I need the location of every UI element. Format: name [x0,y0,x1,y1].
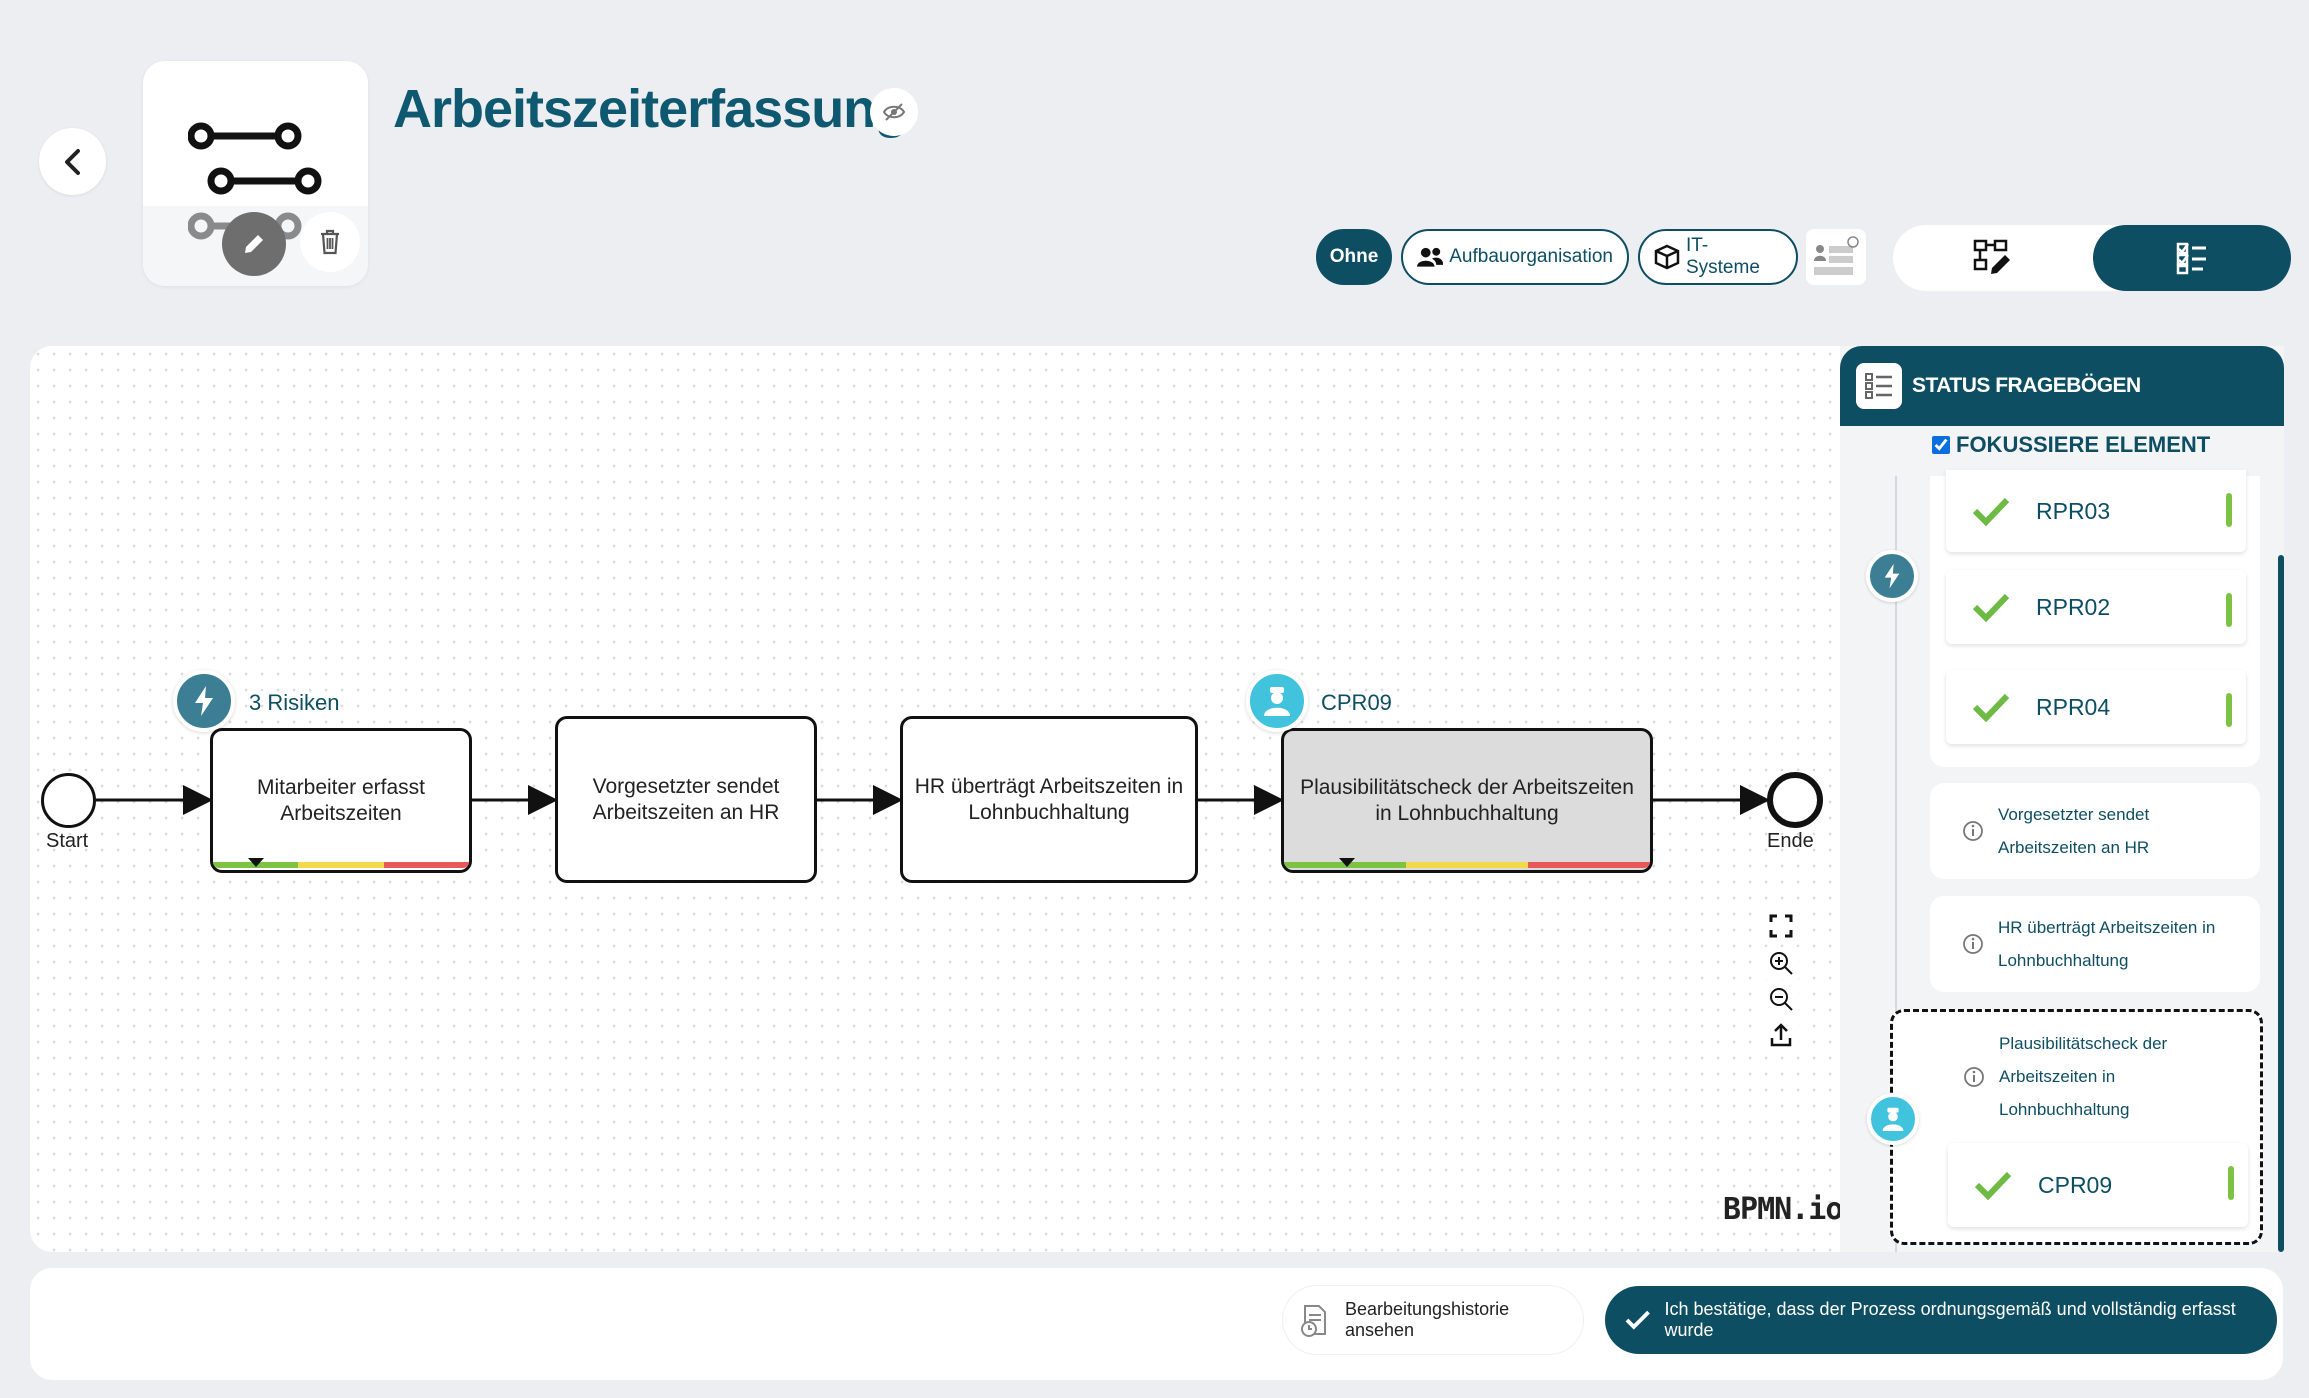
task-label: HR überträgt Arbeitszeiten in Lohnbuchha… [914,774,1184,824]
visibility-toggle-button[interactable] [870,88,918,136]
pencil-icon [245,235,263,253]
status-caret-icon [1339,858,1355,867]
task-mitarbeiter-erfasst[interactable]: Mitarbeiter erfasst Arbeitszeiten [210,728,472,873]
task-hr-uebertraegt[interactable]: HR überträgt Arbeitszeiten in Lohnbuchha… [900,716,1198,883]
back-button[interactable] [39,128,106,195]
document-history-icon [1300,1305,1326,1337]
risk-timeline-badge [1866,550,1918,602]
task-item-hr[interactable]: HR überträgt Arbeitszeiten in Lohnbuchha… [1930,896,2260,992]
panel-scrollbar[interactable] [2278,555,2284,1252]
filter-aufbauorganisation-label: Aufbauorganisation [1449,246,1613,267]
questionnaire-code: CPR09 [2038,1171,2113,1198]
confirm-process-label: Ich bestätige, dass der Prozess ordnungs… [1664,1299,2236,1340]
questionnaire-card[interactable]: RPR03 [1946,470,2246,552]
status-indicator [2226,693,2232,727]
task-plausibilitaetscheck[interactable]: Plausibilitätscheck der Arbeitszeiten in… [1281,728,1653,873]
zoom-in-icon [1770,952,1793,975]
task-item-label: HR überträgt Arbeitszeiten in Lohnbuchha… [1998,918,2216,970]
diagram-edit-icon [1973,239,2010,274]
lightning-icon [195,686,213,716]
end-event[interactable] [1767,772,1823,828]
filter-ohne-button[interactable]: Ohne [1316,229,1392,285]
filter-it-systeme-label: IT-Systeme [1685,235,1760,278]
questionnaire-view-button[interactable] [2093,225,2291,291]
check-icon [1625,1310,1650,1330]
filter-ohne-label: Ohne [1329,246,1379,267]
zoom-out-button[interactable] [1763,983,1799,1015]
focused-task-label: Plausibilitätscheck der Arbeitszeiten in… [1999,1034,2168,1119]
info-icon [1963,821,1983,841]
check-icon [1972,497,2010,526]
status-caret-icon [248,858,264,867]
info-icon [1963,934,1983,954]
filter-it-systeme-button[interactable]: IT-Systeme [1638,229,1798,285]
task-vorgesetzter-sendet[interactable]: Vorgesetzter sendet Arbeitszeiten an HR [555,716,817,883]
edit-logo-button[interactable] [222,212,286,276]
focus-element-toggle[interactable]: FOKUSSIERE ELEMENT [1932,432,2210,458]
end-event-label: Ende [1767,830,1814,852]
zoom-in-button[interactable] [1763,947,1799,979]
fit-viewport-button[interactable] [1763,910,1799,942]
questionnaire-card[interactable]: RPR02 [1946,570,2246,644]
trash-icon [321,229,339,255]
focus-element-checkbox[interactable] [1932,436,1950,454]
task-label: Vorgesetzter sendet Arbeitszeiten an HR [592,774,780,824]
list-icon [1856,363,1902,409]
check-icon [1974,1171,2012,1200]
control-badge[interactable] [1246,670,1308,732]
status-indicator [2226,493,2232,527]
questionnaire-code: RPR03 [2036,497,2111,524]
task-item-vorgesetzter[interactable]: Vorgesetzter sendet Arbeitszeiten an HR [1930,783,2260,879]
eye-off-icon [882,103,906,121]
control-timeline-badge [1867,1093,1919,1145]
page-title: Arbeitszeiterfassung [393,79,908,139]
check-icon [1972,593,2010,622]
chevron-left-icon [64,148,80,175]
status-indicator [2226,593,2232,627]
questionnaire-code: RPR02 [2036,593,2111,620]
bpmn-io-watermark[interactable]: BPMN.io [1723,1192,1843,1227]
confirm-process-button[interactable]: Ich bestätige, dass der Prozess ordnungs… [1605,1286,2277,1354]
edit-history-label: Bearbeitungshistorie ansehen [1344,1299,1510,1340]
zoom-out-icon [1770,988,1793,1011]
start-event[interactable] [41,773,96,828]
risk-badge[interactable] [173,670,235,732]
task-item-label: Vorgesetzter sendet Arbeitszeiten an HR [1998,805,2150,857]
task-label: Mitarbeiter erfasst Arbeitszeiten [256,775,426,825]
diagram-editor-view-button[interactable] [1893,225,2093,291]
status-panel-header: STATUS FRAGEBÖGEN [1840,346,2284,426]
risk-badge-label[interactable]: 3 Risiken [249,690,339,716]
focus-element-label: FOKUSSIERE ELEMENT [1956,432,2211,457]
upload-icon [1770,1023,1792,1047]
start-event-label: Start [46,830,89,852]
export-button[interactable] [1763,1019,1799,1051]
delete-logo-button[interactable] [300,212,360,272]
lightning-icon [1884,563,1900,589]
person-icon [1882,1107,1904,1131]
filter-aufbauorganisation-button[interactable]: Aufbauorganisation [1401,229,1629,285]
check-icon [1972,693,2010,722]
questionnaire-card[interactable]: CPR09 [1948,1143,2248,1227]
status-panel-title: STATUS FRAGEBÖGEN [1912,374,2141,397]
edit-history-button[interactable]: Bearbeitungshistorie ansehen [1283,1286,1583,1354]
users-icon [1417,247,1444,267]
questionnaire-card[interactable]: RPR04 [1946,670,2246,744]
person-icon [1264,687,1290,716]
status-indicator [2228,1166,2234,1200]
variant-filter-button[interactable] [1806,229,1866,285]
checklist-icon [2176,242,2206,275]
fullscreen-icon [1769,914,1793,938]
info-icon [1964,1066,1984,1087]
task-label: Plausibilitätscheck der Arbeitszeiten in… [1300,775,1634,825]
questionnaire-code: RPR04 [2036,693,2111,720]
focused-task-item[interactable]: Plausibilitätscheck der Arbeitszeiten in… [1963,1027,2209,1126]
box-icon [1654,244,1680,270]
user-system-icon [1814,236,1859,275]
control-badge-label[interactable]: CPR09 [1321,690,1392,716]
